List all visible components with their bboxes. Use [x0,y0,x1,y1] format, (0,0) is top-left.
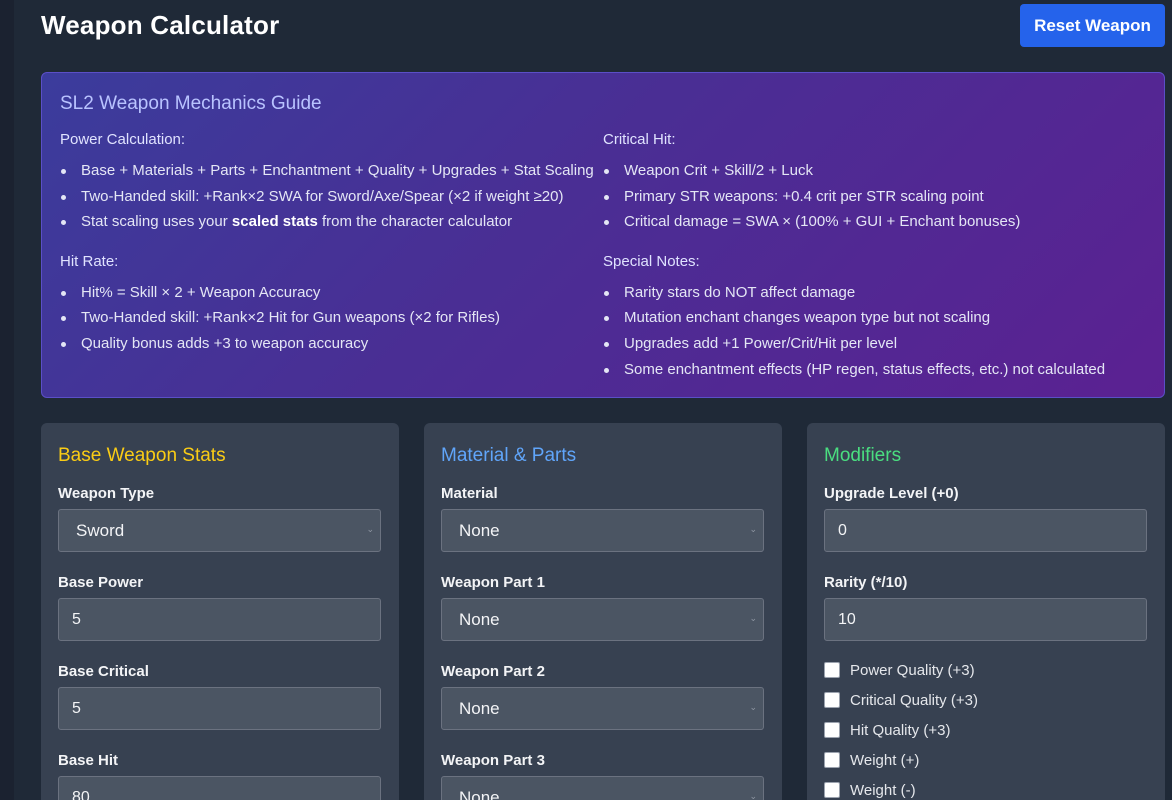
special-notes-title: Special Notes: [603,252,700,270]
material-label: Material [441,485,498,502]
weight-minus-checkbox-row[interactable]: Weight (-) [824,775,1148,800]
weapon-type-select[interactable]: Sword ⌄ [58,509,381,552]
checkbox-label: Power Quality (+3) [850,661,975,679]
upgrade-level-label: Upgrade Level (+0) [824,485,959,502]
material-parts-panel: Material & Parts Material None ⌄ Weapon … [424,423,782,800]
weapon-type-label: Weapon Type [58,485,155,502]
rarity-input[interactable]: 10 [824,598,1147,641]
power-quality-checkbox[interactable] [824,662,840,678]
list-item: Weapon Crit + Skill/2 + Luck [603,158,1146,184]
guide-title: SL2 Weapon Mechanics Guide [60,93,322,114]
critical-hit-list: Weapon Crit + Skill/2 + Luck Primary STR… [603,158,1146,235]
guide-column-right: Critical Hit: Weapon Crit + Skill/2 + Lu… [603,131,1146,400]
list-item: Quality bonus adds +3 to weapon accuracy [60,331,603,357]
material-select[interactable]: None ⌄ [441,509,764,552]
critical-hit-title: Critical Hit: [603,131,676,148]
base-hit-input[interactable]: 80 [58,776,381,800]
modifiers-panel: Modifiers Upgrade Level (+0) 0 Rarity (*… [807,423,1165,800]
list-item: Hit% = Skill × 2 + Weapon Accuracy [60,280,603,306]
weapon-part-2-label: Weapon Part 2 [441,663,545,680]
base-hit-label: Base Hit [58,752,119,769]
weapon-part-3-select[interactable]: None ⌄ [441,776,764,800]
checkbox-label: Critical Quality (+3) [850,691,978,709]
page-title: Weapon Calculator [41,10,280,40]
hit-rate-list: Hit% = Skill × 2 + Weapon Accuracy Two-H… [60,280,603,357]
critical-quality-checkbox[interactable] [824,692,840,708]
chevron-down-icon: ⌄ [749,613,757,623]
hit-rate-title: Hit Rate: [60,252,119,270]
chevron-down-icon: ⌄ [749,702,757,712]
base-power-label: Base Power [58,574,144,591]
list-item: Two-Handed skill: +Rank×2 Hit for Gun we… [60,305,603,331]
rarity-label: Rarity (*/10) [824,574,908,591]
base-critical-input[interactable]: 5 [58,687,381,730]
left-edge-strip [0,0,14,800]
hit-quality-checkbox-row[interactable]: Hit Quality (+3) [824,715,1148,745]
upgrade-level-input[interactable]: 0 [824,509,1147,552]
chevron-down-icon: ⌄ [366,524,374,534]
weight-plus-checkbox-row[interactable]: Weight (+) [824,745,1148,775]
guide-column-left: Power Calculation: Base + Materials + Pa… [60,131,603,400]
base-weapon-stats-panel: Base Weapon Stats Weapon Type Sword ⌄ Ba… [41,423,399,800]
modifiers-title: Modifiers [824,445,902,466]
list-item: Rarity stars do NOT affect damage [603,280,1146,306]
checkbox-label: Weight (+) [850,751,920,769]
hit-quality-checkbox[interactable] [824,722,840,738]
list-item: Two-Handed skill: +Rank×2 SWA for Sword/… [60,184,603,210]
base-stats-title: Base Weapon Stats [58,445,226,466]
weapon-part-3-label: Weapon Part 3 [441,752,545,769]
critical-quality-checkbox-row[interactable]: Critical Quality (+3) [824,685,1148,715]
weight-plus-checkbox[interactable] [824,752,840,768]
weapon-type-value: Sword [76,520,125,540]
weight-minus-checkbox[interactable] [824,782,840,798]
list-item: Stat scaling uses your scaled stats from… [60,209,603,235]
checkbox-label: Hit Quality (+3) [850,721,951,739]
power-quality-checkbox-row[interactable]: Power Quality (+3) [824,655,1148,685]
chevron-down-icon: ⌄ [749,524,757,534]
weapon-part-1-select[interactable]: None ⌄ [441,598,764,641]
checkbox-label: Weight (-) [850,781,916,799]
page-header: Weapon Calculator Reset Weapon [41,0,1165,52]
mechanics-guide: SL2 Weapon Mechanics Guide Power Calcula… [41,72,1165,398]
base-power-input[interactable]: 5 [58,598,381,641]
base-critical-label: Base Critical [58,663,149,680]
list-item: Critical damage = SWA × (100% + GUI + En… [603,209,1146,235]
list-item: Base + Materials + Parts + Enchantment +… [60,158,603,184]
weapon-part-1-label: Weapon Part 1 [441,574,545,591]
reset-weapon-button[interactable]: Reset Weapon [1020,4,1165,47]
power-calc-list: Base + Materials + Parts + Enchantment +… [60,158,603,235]
scaled-stats-bold: scaled stats [231,213,318,231]
weapon-part-2-select[interactable]: None ⌄ [441,687,764,730]
chevron-down-icon: ⌄ [749,791,757,800]
list-item: Upgrades add +1 Power/Crit/Hit per level [603,331,1146,357]
list-item: Mutation enchant changes weapon type but… [603,305,1146,331]
material-parts-title: Material & Parts [441,445,577,466]
special-notes-list: Rarity stars do NOT affect damage Mutati… [603,280,1146,382]
list-item: Primary STR weapons: +0.4 crit per STR s… [603,184,1146,210]
power-calc-title: Power Calculation: [60,131,186,148]
list-item: Some enchantment effects (HP regen, stat… [603,357,1146,383]
